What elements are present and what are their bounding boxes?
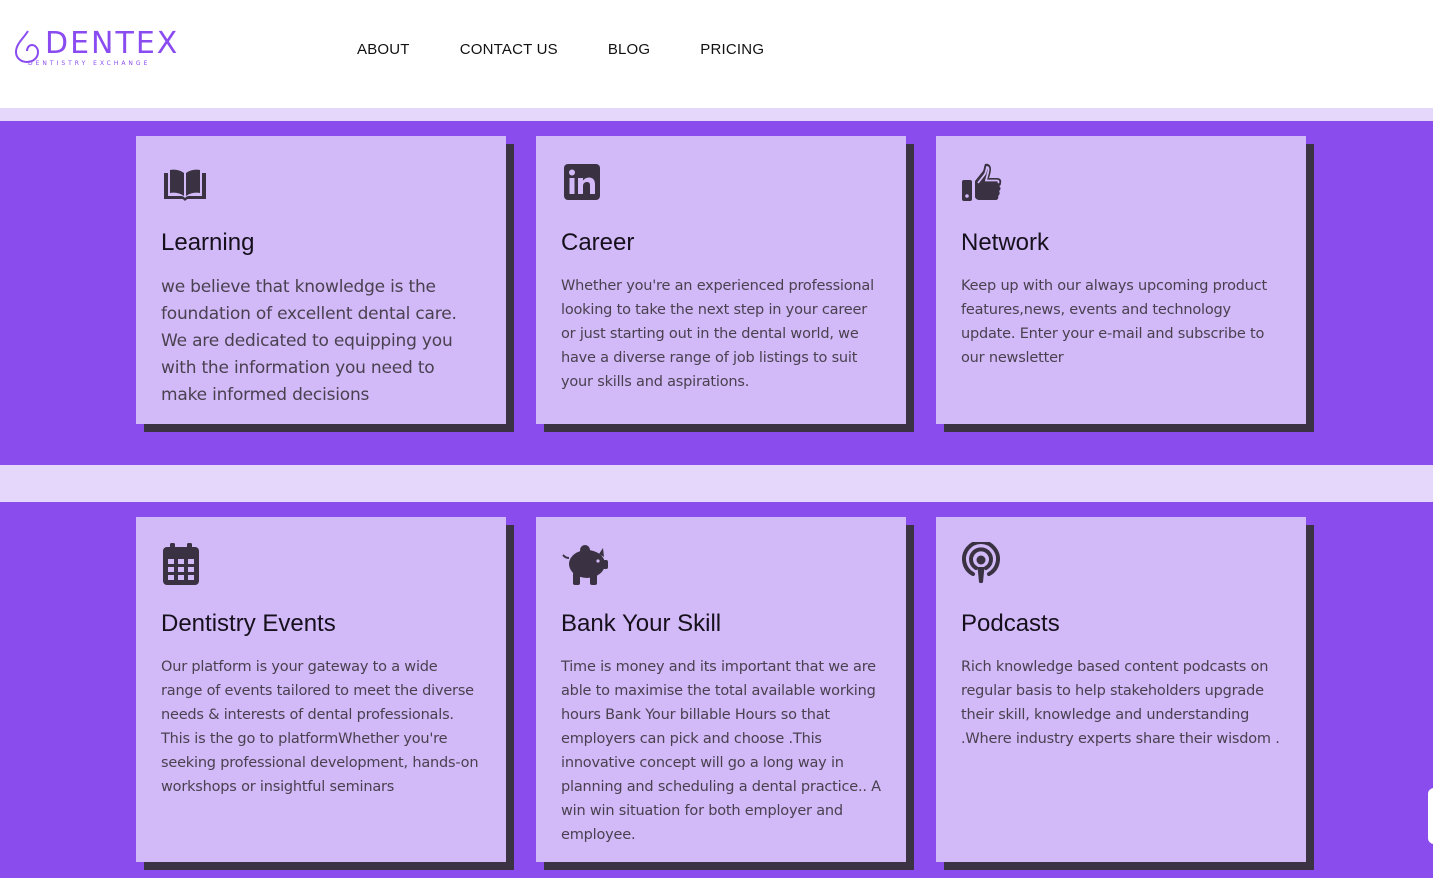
- card-title: Bank Your Skill: [561, 610, 722, 637]
- logo-wordmark: DENTEX: [45, 26, 180, 61]
- divider-band: [0, 465, 1433, 502]
- open-book-icon: [164, 169, 206, 201]
- feature-card-bank-skill: Bank Your Skill Time is money and its im…: [536, 517, 906, 862]
- card-title: Dentistry Events: [161, 610, 336, 637]
- thumbs-up-icon: [962, 163, 1002, 201]
- card-title: Network: [961, 229, 1050, 256]
- side-feedback-tab[interactable]: [1428, 788, 1433, 844]
- divider-band: [0, 108, 1433, 121]
- nav-contact-link[interactable]: CONTACT US: [460, 40, 558, 60]
- tooth-drop-icon: [14, 30, 40, 63]
- feature-card-podcasts: Podcasts Rich knowledge based content po…: [936, 517, 1306, 862]
- nav-about-link[interactable]: ABOUT: [357, 40, 410, 60]
- main-nav: ABOUT CONTACT US BLOG PRICING: [357, 40, 814, 60]
- piggy-bank-icon: [562, 545, 608, 585]
- nav-pricing-link[interactable]: PRICING: [700, 40, 764, 60]
- card-description: Time is money and its important that we …: [561, 659, 881, 843]
- card-description: Rich knowledge based content podcasts on…: [961, 659, 1280, 747]
- feature-card-career: Career Whether you're an experienced pro…: [536, 136, 906, 424]
- card-description: Our platform is your gateway to a wide r…: [161, 659, 479, 795]
- card-description: we believe that knowledge is the foundat…: [161, 277, 457, 405]
- feature-card-network: Network Keep up with our always upcoming…: [936, 136, 1306, 424]
- linkedin-icon: [564, 164, 600, 200]
- card-title: Career: [561, 229, 635, 256]
- card-description: Keep up with our always upcoming product…: [961, 278, 1268, 366]
- dentex-logo[interactable]: DENTEX DENTISTRY EXCHANGE: [13, 27, 178, 71]
- podcast-icon: [962, 542, 1000, 584]
- card-title: Podcasts: [961, 610, 1060, 637]
- logo-tagline: DENTISTRY EXCHANGE: [28, 60, 151, 67]
- site-header: DENTEX DENTISTRY EXCHANGE ABOUT CONTACT …: [0, 0, 1433, 108]
- card-title: Learning: [161, 229, 255, 256]
- calendar-icon: [163, 543, 199, 585]
- card-description: Whether you're an experienced profession…: [561, 278, 874, 390]
- nav-blog-link[interactable]: BLOG: [608, 40, 650, 60]
- feature-card-learning: Learning we believe that knowledge is th…: [136, 136, 506, 424]
- feature-card-events: Dentistry Events Our platform is your ga…: [136, 517, 506, 862]
